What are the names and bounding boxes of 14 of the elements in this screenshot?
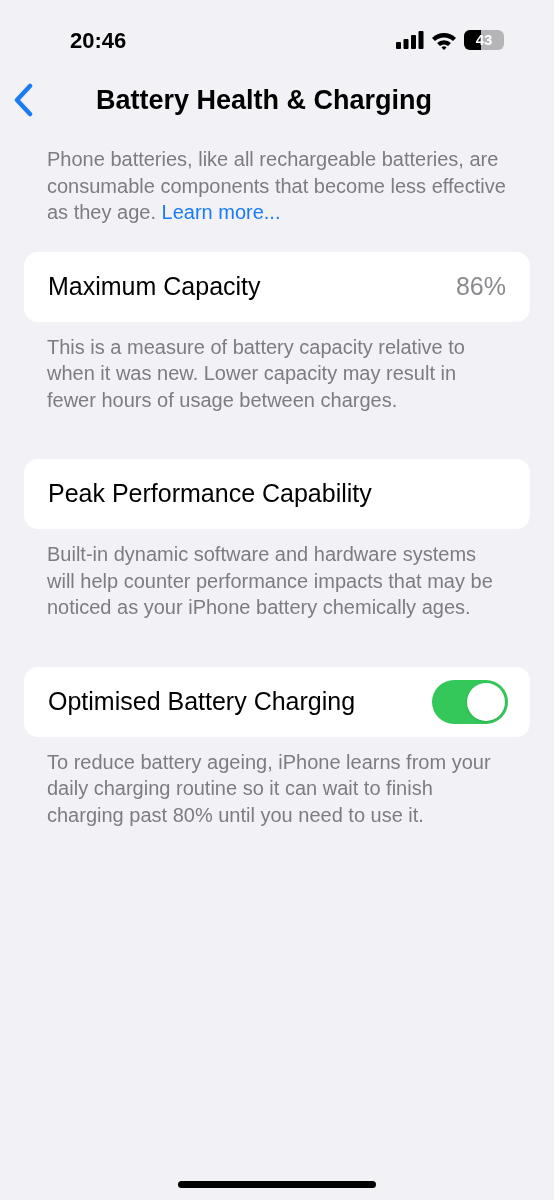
footer-text: Built-in dynamic software and hardware systems will help counter performance impacts that may be noticed as your iPhone battery chemically ages. — [46, 542, 494, 620]
row-value: 86% — [455, 270, 506, 302]
footer-text: To reduce battery ageing, iPhone learns from your daily charging routine so it can wait to finish charging past 80% until you need to use it. — [46, 749, 492, 828]
learn-more-link[interactable]: Learn more... — [161, 201, 281, 223]
toggle-switch[interactable] — [432, 679, 508, 724]
row-label: Peak Performance Capability — [48, 478, 372, 510]
status-time: 20:46 — [70, 26, 127, 55]
row-label: Optimised Battery Charging — [48, 685, 356, 717]
footer-text: This is a measure of battery capacity relative to when it was new. Lower capacity may result in fewer hours of usage between charges. — [46, 334, 466, 413]
wifi-icon — [431, 30, 457, 50]
row-label: Maximum Capacity — [48, 270, 261, 302]
page-title: Battery Health & Charging — [96, 83, 433, 117]
signal-icon — [396, 31, 424, 49]
intro-text: Phone batteries, like all rechargeable batteries, are consumable components that become less effective as they age. Learn more... — [46, 147, 507, 225]
